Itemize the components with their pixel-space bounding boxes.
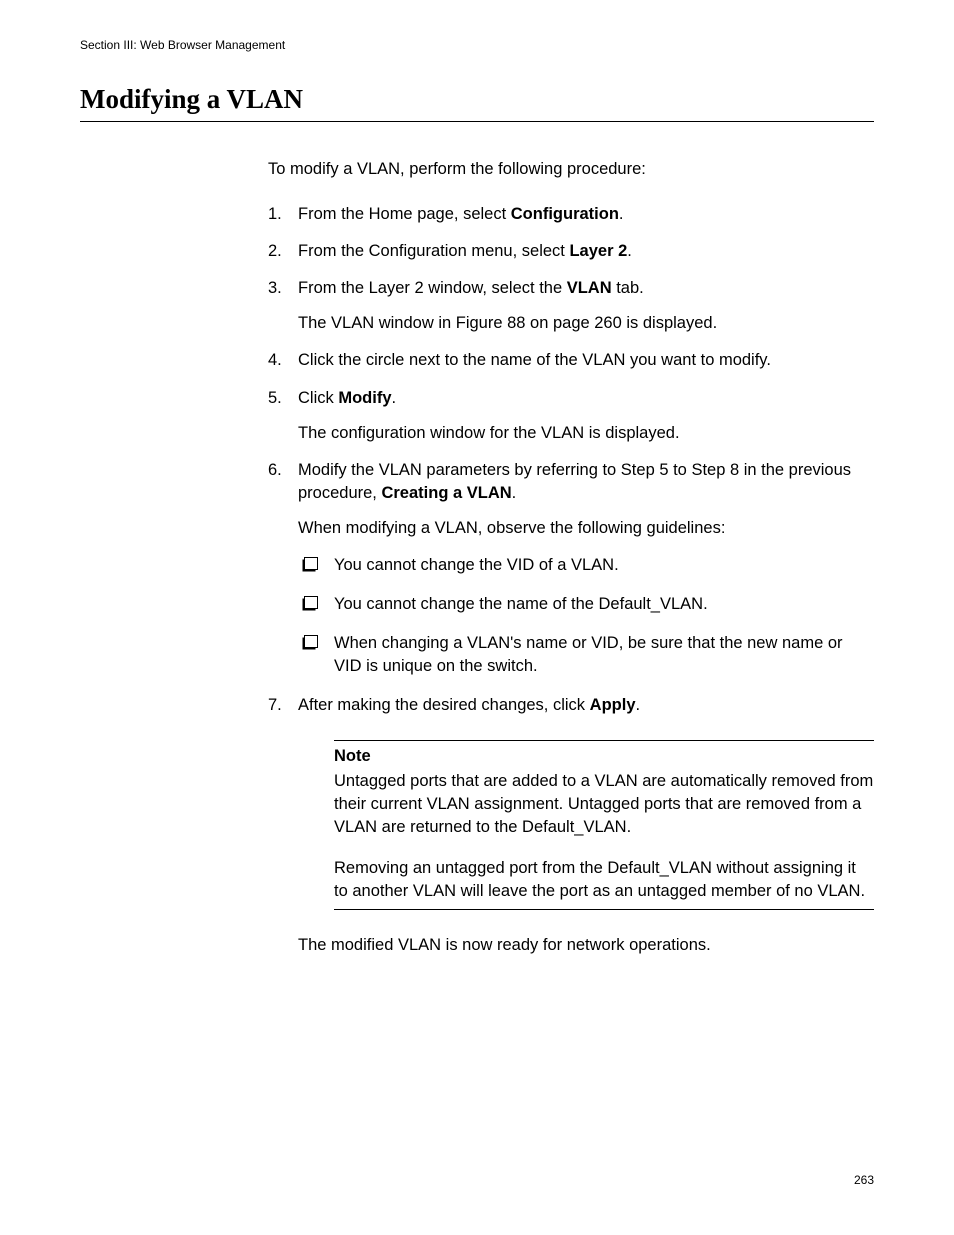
step-extra-text: When modifying a VLAN, observe the follo…: [298, 517, 874, 540]
step-number: 3.: [268, 277, 282, 300]
step-5: 5. Click Modify. The configuration windo…: [268, 387, 874, 445]
procedure-list: 1. From the Home page, select Configurat…: [268, 203, 874, 910]
step-6: 6. Modify the VLAN parameters by referri…: [268, 459, 874, 679]
checkbox-icon: [304, 596, 318, 609]
intro-paragraph: To modify a VLAN, perform the following …: [268, 158, 874, 181]
step-extra-text: The VLAN window in Figure 88 on page 260…: [298, 312, 874, 335]
step-number: 1.: [268, 203, 282, 226]
step-text: From the Configuration menu, select Laye…: [298, 242, 632, 260]
step-2: 2. From the Configuration menu, select L…: [268, 240, 874, 263]
step-1: 1. From the Home page, select Configurat…: [268, 203, 874, 226]
page-title: Modifying a VLAN: [80, 84, 874, 122]
guideline-text: When changing a VLAN's name or VID, be s…: [334, 634, 843, 675]
step-text: Click Modify.: [298, 389, 396, 407]
step-text: Click the circle next to the name of the…: [298, 351, 771, 369]
guideline-item: You cannot change the VID of a VLAN.: [298, 554, 874, 577]
note-paragraph: Untagged ports that are added to a VLAN …: [334, 770, 874, 839]
note-block: Note Untagged ports that are added to a …: [334, 740, 874, 911]
step-number: 6.: [268, 459, 282, 482]
step-7: 7. After making the desired changes, cli…: [268, 694, 874, 910]
guideline-item: You cannot change the name of the Defaul…: [298, 593, 874, 616]
content-body: To modify a VLAN, perform the following …: [268, 158, 874, 957]
checkbox-icon: [304, 635, 318, 648]
note-title: Note: [334, 745, 874, 768]
step-number: 5.: [268, 387, 282, 410]
guidelines-list: You cannot change the VID of a VLAN. You…: [298, 554, 874, 678]
step-number: 7.: [268, 694, 282, 717]
guideline-item: When changing a VLAN's name or VID, be s…: [298, 632, 874, 678]
page-number: 263: [854, 1173, 874, 1187]
step-text: From the Home page, select Configuration…: [298, 205, 624, 223]
closing-paragraph: The modified VLAN is now ready for netwo…: [268, 934, 874, 957]
step-text: Modify the VLAN parameters by referring …: [298, 461, 851, 502]
step-3: 3. From the Layer 2 window, select the V…: [268, 277, 874, 335]
guideline-text: You cannot change the name of the Defaul…: [334, 595, 708, 613]
checkbox-icon: [304, 557, 318, 570]
step-text: From the Layer 2 window, select the VLAN…: [298, 279, 644, 297]
step-number: 4.: [268, 349, 282, 372]
step-text: After making the desired changes, click …: [298, 696, 640, 714]
guideline-text: You cannot change the VID of a VLAN.: [334, 556, 619, 574]
step-extra-text: The configuration window for the VLAN is…: [298, 422, 874, 445]
step-4: 4. Click the circle next to the name of …: [268, 349, 874, 372]
section-header: Section III: Web Browser Management: [80, 38, 874, 52]
step-number: 2.: [268, 240, 282, 263]
note-paragraph: Removing an untagged port from the Defau…: [334, 857, 874, 903]
